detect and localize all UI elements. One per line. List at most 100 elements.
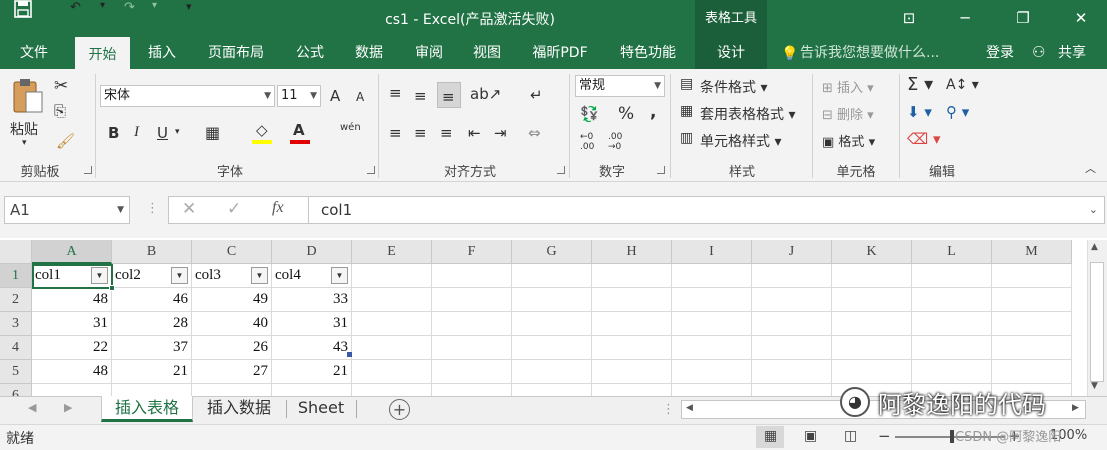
cell-l2[interactable] [912, 288, 992, 312]
sign-in-link[interactable]: 登录 [978, 37, 1022, 69]
row-header-3[interactable]: 3 [0, 312, 32, 336]
row-header-1[interactable]: 1 [0, 264, 32, 288]
decrease-decimal-icon[interactable]: .00 →0 [608, 132, 622, 152]
formula-bar-grip-icon[interactable]: ⋮ [146, 201, 159, 216]
cell-l5[interactable] [912, 360, 992, 384]
paste-button[interactable]: 粘贴 [10, 119, 38, 139]
number-format-combo[interactable]: 常规 ▼ [575, 75, 665, 97]
cell-a4[interactable]: 22 [32, 336, 112, 360]
increase-decimal-icon[interactable]: ←0.00 [580, 132, 594, 152]
top-align-icon[interactable]: ≡ [389, 84, 402, 102]
tab-data[interactable]: 数据 [345, 37, 393, 69]
bold-button[interactable]: B [108, 124, 119, 142]
cell-b2[interactable]: 46 [112, 288, 192, 312]
paste-dropdown-icon[interactable]: ▾ [22, 138, 27, 148]
close-button[interactable]: ✕ [1058, 0, 1104, 37]
autosum-icon[interactable]: Σ ▾ [907, 74, 933, 95]
tab-file[interactable]: 文件 [8, 37, 60, 69]
cell-a3[interactable]: 31 [32, 312, 112, 336]
cell-i2[interactable] [672, 288, 752, 312]
cell-f2[interactable] [432, 288, 512, 312]
cell-d2[interactable]: 33 [272, 288, 352, 312]
percent-button[interactable]: % [618, 104, 634, 124]
cell-j5[interactable] [752, 360, 832, 384]
cell-m1[interactable] [992, 264, 1072, 288]
tab-design[interactable]: 设计 [695, 37, 767, 69]
sheet-tab-insert-data[interactable]: 插入数据 [195, 396, 283, 422]
fill-color-icon[interactable]: ◇ [256, 121, 268, 139]
column-header-b[interactable]: B [112, 240, 192, 264]
tab-formulas[interactable]: 公式 [286, 37, 334, 69]
font-launcher-icon[interactable] [367, 166, 375, 174]
next-sheet-icon[interactable]: ▶ [64, 401, 72, 414]
name-box[interactable]: A1 ▼ [4, 196, 130, 224]
select-all-button[interactable] [0, 240, 32, 264]
currency-icon[interactable]: 💱 [580, 105, 599, 123]
merge-center-icon[interactable]: ⇔ [528, 124, 541, 142]
column-header-c[interactable]: C [192, 240, 272, 264]
cell-c1[interactable]: col3 ▼ [192, 264, 272, 288]
cell-f3[interactable] [432, 312, 512, 336]
cell-e4[interactable] [352, 336, 432, 360]
cancel-entry-icon[interactable]: ✕ [182, 199, 196, 219]
column-header-l[interactable]: L [912, 240, 992, 264]
share-button[interactable]: 共享 [1052, 37, 1092, 69]
cell-k4[interactable] [832, 336, 912, 360]
cell-j3[interactable] [752, 312, 832, 336]
middle-align-icon[interactable]: ≡ [414, 87, 427, 105]
cell-m5[interactable] [992, 360, 1072, 384]
cell-h1[interactable] [592, 264, 672, 288]
insert-function-button[interactable]: fx [272, 199, 284, 217]
column-header-k[interactable]: K [832, 240, 912, 264]
delete-cells-button[interactable]: ⊟ 删除 ▾ [822, 104, 874, 123]
cell-c3[interactable]: 40 [192, 312, 272, 336]
clipboard-launcher-icon[interactable] [84, 166, 92, 174]
sort-filter-icon[interactable]: A↕ ▾ [946, 77, 979, 93]
formula-input[interactable]: col1 ⌄ [308, 196, 1105, 224]
cell-k1[interactable] [832, 264, 912, 288]
cell-h2[interactable] [592, 288, 672, 312]
redo-icon[interactable]: ↷ [124, 0, 154, 15]
cell-i4[interactable] [672, 336, 752, 360]
format-as-table-button[interactable]: 套用表格格式 ▾ [700, 104, 795, 124]
underline-button[interactable]: U [157, 124, 168, 142]
cell-c2[interactable]: 49 [192, 288, 272, 312]
increase-indent-icon[interactable]: ⇥ [494, 124, 507, 142]
prev-sheet-icon[interactable]: ◀ [28, 401, 36, 414]
zoom-slider-thumb[interactable] [950, 430, 954, 443]
page-layout-view-icon[interactable]: ▣ [804, 428, 817, 444]
shrink-font-button[interactable]: A [356, 90, 364, 104]
collapse-ribbon-icon[interactable]: ︿ [1085, 160, 1096, 176]
cell-b5[interactable]: 21 [112, 360, 192, 384]
tell-me-search[interactable]: 告诉我您想要做什么... [800, 37, 939, 69]
copy-icon[interactable]: ⎘ [54, 102, 66, 120]
column-header-g[interactable]: G [512, 240, 592, 264]
scroll-left-icon[interactable]: ◀ [686, 403, 693, 413]
cell-j1[interactable] [752, 264, 832, 288]
format-painter-icon[interactable]: 🖌 [56, 132, 75, 150]
cell-d5[interactable]: 21 [272, 360, 352, 384]
expand-formula-bar-icon[interactable]: ⌄ [1089, 197, 1098, 223]
cell-m3[interactable] [992, 312, 1072, 336]
tab-special[interactable]: 特色功能 [608, 37, 688, 69]
cell-m4[interactable] [992, 336, 1072, 360]
cell-j4[interactable] [752, 336, 832, 360]
minimize-button[interactable]: ─ [942, 0, 988, 37]
cell-e1[interactable] [352, 264, 432, 288]
column-header-m[interactable]: M [992, 240, 1072, 264]
cell-d4[interactable]: 43 [272, 336, 352, 360]
font-name-combo[interactable]: 宋体 ▼ [100, 85, 275, 107]
tab-home[interactable]: 开始 [75, 37, 130, 69]
cell-g1[interactable] [512, 264, 592, 288]
scroll-down-icon[interactable]: ▼ [1091, 381, 1098, 391]
tab-view[interactable]: 视图 [463, 37, 511, 69]
scroll-right-icon[interactable]: ▶ [1072, 403, 1079, 413]
scroll-up-icon[interactable]: ▲ [1091, 242, 1098, 252]
column-header-h[interactable]: H [592, 240, 672, 264]
tab-foxit-pdf[interactable]: 福昕PDF [522, 37, 598, 69]
cell-c5[interactable]: 27 [192, 360, 272, 384]
fill-handle[interactable] [109, 285, 115, 291]
tab-page-layout[interactable]: 页面布局 [198, 37, 274, 69]
confirm-entry-icon[interactable]: ✓ [227, 199, 241, 219]
cell-i5[interactable] [672, 360, 752, 384]
